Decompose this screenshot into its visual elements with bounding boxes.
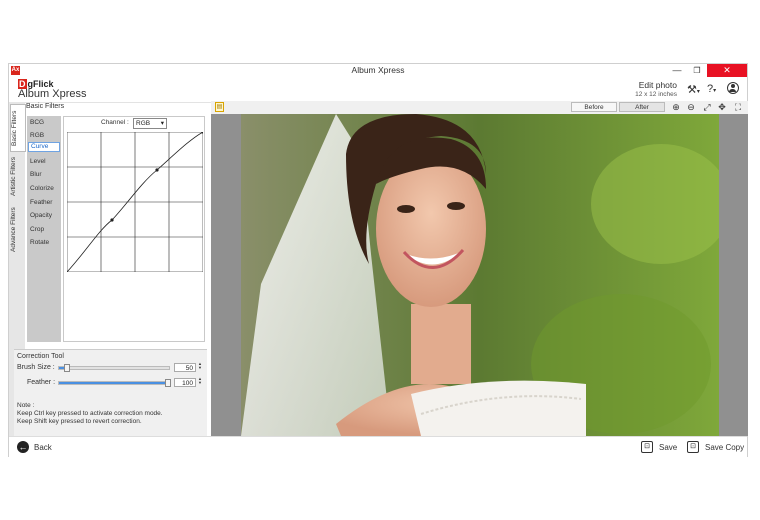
app-window: Ax Album Xpress — ❐ ✕ DgFlick Album Xpre… — [8, 63, 748, 458]
filter-item-rgb[interactable]: RGB — [28, 129, 60, 142]
filter-list: BCG RGB Curve Level Blur Colorize Feathe… — [27, 116, 61, 342]
chevron-down-icon: ▾ — [160, 120, 164, 127]
restore-button[interactable]: ❐ — [687, 64, 707, 77]
photo-size: 12 x 12 inches — [635, 91, 677, 98]
layers-icon[interactable]: ▤ — [215, 102, 224, 112]
pan-icon[interactable]: ✥ — [716, 101, 728, 113]
feather-fill — [59, 382, 168, 384]
viewer-toolbar: ▤ Before After ⊕ ⊖ ⤢ ✥ ⛶ — [211, 101, 748, 114]
close-button[interactable]: ✕ — [707, 64, 747, 77]
user-icon[interactable] — [727, 82, 739, 94]
basic-filters-title: Basic Filters — [26, 103, 65, 110]
feather-slider[interactable] — [58, 379, 171, 387]
filter-item-crop[interactable]: Crop — [28, 223, 60, 236]
save-copy-button[interactable]: Save Copy — [705, 443, 744, 452]
correction-tool-title: Correction Tool — [17, 353, 64, 360]
brush-size-stepper[interactable]: ▲ ▼ — [198, 362, 202, 370]
brand-name: Album Xpress — [18, 88, 87, 100]
filter-item-rotate[interactable]: Rotate — [28, 236, 60, 249]
back-arrow-icon[interactable]: ← — [17, 441, 29, 453]
save-icon[interactable]: ⊡ — [641, 441, 653, 453]
channel-label: Channel : — [101, 119, 129, 126]
tab-basic-filters[interactable]: Basic Filters — [10, 104, 26, 152]
before-button[interactable]: Before — [571, 102, 617, 112]
footer-bar: ← Back ⊡ Save ⊡ Save Copy — [9, 436, 747, 458]
filter-item-feather[interactable]: Feather — [28, 196, 60, 209]
photo-viewer[interactable] — [211, 114, 748, 436]
zoom-out-icon[interactable]: ⊖ — [685, 101, 697, 113]
tab-advance-filters[interactable]: Advance Filters — [10, 204, 24, 256]
back-button[interactable]: Back — [34, 443, 52, 452]
brush-size-input[interactable]: 50 — [174, 363, 196, 372]
curve-point[interactable] — [155, 168, 159, 172]
filter-item-blur[interactable]: Blur — [28, 168, 60, 181]
feather-stepper[interactable]: ▲ ▼ — [198, 377, 202, 385]
brush-size-label: Brush Size : — [17, 364, 55, 371]
curve-point[interactable] — [110, 218, 114, 222]
window-title: Album Xpress — [351, 65, 405, 75]
filter-item-colorize[interactable]: Colorize — [28, 182, 60, 195]
curve-editor[interactable] — [67, 132, 203, 272]
filter-item-opacity[interactable]: Opacity — [28, 209, 60, 222]
fullscreen-icon[interactable]: ⛶ — [732, 101, 744, 113]
channel-select[interactable]: RGB ▾ — [133, 118, 167, 129]
filter-item-curve[interactable]: Curve — [28, 142, 60, 152]
title-bar: Ax Album Xpress — ❐ ✕ — [9, 64, 747, 78]
photo-preview — [241, 114, 719, 436]
note-title: Note : — [17, 402, 35, 409]
save-button[interactable]: Save — [659, 443, 677, 452]
brush-size-slider[interactable] — [58, 364, 170, 372]
filter-item-bcg[interactable]: BCG — [28, 116, 60, 129]
tools-icon[interactable]: ⚒▾ — [687, 83, 700, 96]
brush-size-handle[interactable] — [64, 364, 70, 372]
tab-artistic-filters[interactable]: Artistic Filters — [10, 154, 24, 200]
feather-input[interactable]: 100 — [174, 378, 196, 387]
note-line-shift: Keep Shift key pressed to revert correct… — [17, 418, 142, 425]
edit-photo-title: Edit photo — [638, 80, 677, 90]
fit-icon[interactable]: ⤢ — [701, 101, 713, 113]
curve-panel: Channel : RGB ▾ — [63, 116, 205, 342]
channel-value: RGB — [136, 120, 151, 127]
app-header: DgFlick Album Xpress Edit photo 12 x 12 … — [9, 78, 747, 103]
minimize-button[interactable]: — — [667, 64, 687, 77]
correction-tool-panel: Correction Tool Brush Size : 50 ▲ ▼ Feath… — [14, 349, 207, 437]
note-line-ctrl: Keep Ctrl key pressed to activate correc… — [17, 410, 163, 417]
feather-handle[interactable] — [165, 379, 171, 387]
after-button[interactable]: After — [619, 102, 665, 112]
filter-item-level[interactable]: Level — [28, 155, 60, 168]
save-copy-icon[interactable]: ⊡ — [687, 441, 699, 453]
help-icon[interactable]: ?▾ — [707, 83, 716, 95]
feather-label: Feather : — [27, 379, 56, 386]
zoom-in-icon[interactable]: ⊕ — [670, 101, 682, 113]
